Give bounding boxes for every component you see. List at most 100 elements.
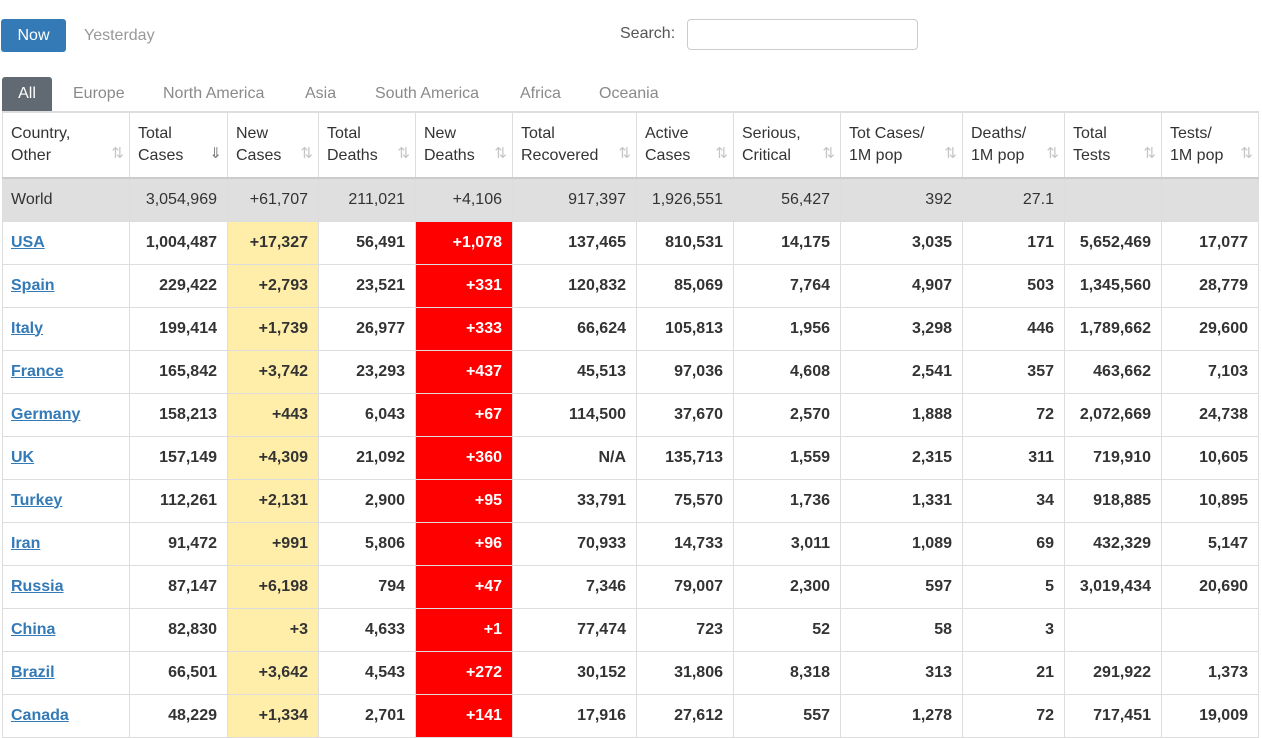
column-header-text: Cases <box>138 147 184 164</box>
cell-country: USA <box>2 220 130 265</box>
cell-tests-per-million: 10,895 <box>1161 478 1259 523</box>
cell-new-cases: +1,739 <box>227 306 319 351</box>
yesterday-button[interactable]: Yesterday <box>84 19 155 52</box>
column-header-total-cases[interactable]: Total Cases ⇓ <box>129 111 228 179</box>
country-link[interactable]: UK <box>11 449 34 466</box>
sort-icon[interactable]: ⇅ <box>1240 143 1253 165</box>
sort-icon[interactable]: ⇅ <box>397 143 410 165</box>
cell-active-cases: 105,813 <box>636 306 734 351</box>
column-header-cases-per-million[interactable]: Tot Cases/1M pop ⇅ <box>840 111 963 179</box>
cell-country: France <box>2 349 130 394</box>
column-header-text: New <box>236 125 269 142</box>
cell-total-cases: 158,213 <box>129 392 228 437</box>
column-header-active-cases[interactable]: Active Cases ⇅ <box>636 111 734 179</box>
cell-new-deaths: +333 <box>415 306 513 351</box>
tab-asia[interactable]: Asia <box>305 77 336 111</box>
cell-tests-per-million: 10,605 <box>1161 435 1259 480</box>
sort-icon[interactable]: ⇅ <box>300 143 313 165</box>
cell-new-cases: +2,793 <box>227 263 319 308</box>
cell-country: Italy <box>2 306 130 351</box>
tab-oceania[interactable]: Oceania <box>599 77 659 111</box>
column-header-text: Tot Cases/ <box>849 125 925 142</box>
cell-serious-critical: 2,570 <box>733 392 841 437</box>
sort-icon[interactable]: ⇅ <box>715 143 728 165</box>
cell-total-tests: 432,329 <box>1064 521 1162 566</box>
cell-country: China <box>2 607 130 652</box>
column-header-new-deaths[interactable]: New Deaths ⇅ <box>415 111 513 179</box>
country-link[interactable]: Turkey <box>11 492 62 509</box>
cell-total-recovered: 70,933 <box>512 521 637 566</box>
sort-icon[interactable]: ⇓ <box>209 143 222 165</box>
cell-total-cases: 66,501 <box>129 650 228 695</box>
sort-icon[interactable]: ⇅ <box>618 143 631 165</box>
cell-country: Turkey <box>2 478 130 523</box>
column-header-total-tests[interactable]: Total Tests ⇅ <box>1064 111 1162 179</box>
country-link[interactable]: China <box>11 621 55 638</box>
cell-deaths-per-million: 171 <box>962 220 1065 265</box>
column-header-text: Deaths/ <box>971 125 1027 142</box>
sort-icon[interactable]: ⇅ <box>1143 143 1156 165</box>
cell-total-deaths: 2,900 <box>318 478 416 523</box>
cell-total-recovered: 917,397 <box>512 177 637 222</box>
column-header-deaths-per-million[interactable]: Deaths/1M pop ⇅ <box>962 111 1065 179</box>
cell-new-cases: +1,334 <box>227 693 319 738</box>
cell-total-tests: 717,451 <box>1064 693 1162 738</box>
country-link[interactable]: Germany <box>11 406 80 423</box>
column-header-total-recovered[interactable]: Total Recovered ⇅ <box>512 111 637 179</box>
tab-europe[interactable]: Europe <box>73 77 125 111</box>
column-header-text: New <box>424 125 457 142</box>
cell-cases-per-million: 4,907 <box>840 263 963 308</box>
cell-tests-per-million: 19,009 <box>1161 693 1259 738</box>
country-link[interactable]: France <box>11 363 63 380</box>
tab-north-america[interactable]: North America <box>163 77 264 111</box>
cell-country: Spain <box>2 263 130 308</box>
column-header-serious-critical[interactable]: Serious, Critical ⇅ <box>733 111 841 179</box>
cell-active-cases: 31,806 <box>636 650 734 695</box>
cell-serious-critical: 52 <box>733 607 841 652</box>
cell-deaths-per-million: 503 <box>962 263 1065 308</box>
cell-new-deaths: +47 <box>415 564 513 609</box>
tab-africa[interactable]: Africa <box>520 77 561 111</box>
country-link[interactable]: Russia <box>11 578 63 595</box>
column-header-total-deaths[interactable]: Total Deaths ⇅ <box>318 111 416 179</box>
table-row: Germany 158,213 +443 6,043 +67 114,500 37,670 2… <box>2 392 1259 437</box>
country-link[interactable]: Canada <box>11 707 69 724</box>
country-link[interactable]: USA <box>11 234 45 251</box>
cell-total-recovered: 33,791 <box>512 478 637 523</box>
column-header-new-cases[interactable]: New Cases ⇅ <box>227 111 319 179</box>
tab-south-america[interactable]: South America <box>375 77 479 111</box>
cell-serious-critical: 2,300 <box>733 564 841 609</box>
cell-active-cases: 810,531 <box>636 220 734 265</box>
country-link[interactable]: Iran <box>11 535 40 552</box>
column-header-text: Cases <box>236 147 282 164</box>
sort-icon[interactable]: ⇅ <box>1046 143 1059 165</box>
column-header-text: Total <box>521 125 555 142</box>
country-link[interactable]: Italy <box>11 320 43 337</box>
tab-all[interactable]: All <box>2 77 52 111</box>
country-link[interactable]: Spain <box>11 277 55 294</box>
cell-total-tests: 463,662 <box>1064 349 1162 394</box>
cell-serious-critical: 1,736 <box>733 478 841 523</box>
cell-total-cases: 48,229 <box>129 693 228 738</box>
column-header-tests-per-million[interactable]: Tests/1M pop ⇅ <box>1161 111 1259 179</box>
cell-total-cases: 3,054,969 <box>129 177 228 222</box>
search-input[interactable] <box>687 19 918 50</box>
column-header-country[interactable]: Country, Other ⇅ <box>2 111 130 179</box>
sort-icon[interactable]: ⇅ <box>944 143 957 165</box>
now-button[interactable]: Now <box>1 19 66 52</box>
cell-new-deaths: +437 <box>415 349 513 394</box>
sort-icon[interactable]: ⇅ <box>822 143 835 165</box>
cell-cases-per-million: 2,315 <box>840 435 963 480</box>
cell-total-deaths: 794 <box>318 564 416 609</box>
cell-total-cases: 157,149 <box>129 435 228 480</box>
cell-cases-per-million: 1,888 <box>840 392 963 437</box>
cell-total-recovered: 137,465 <box>512 220 637 265</box>
cell-cases-per-million: 3,298 <box>840 306 963 351</box>
cell-new-deaths: +95 <box>415 478 513 523</box>
country-link[interactable]: Brazil <box>11 664 55 681</box>
column-header-text: Total <box>327 125 361 142</box>
cell-total-deaths: 23,521 <box>318 263 416 308</box>
sort-icon[interactable]: ⇅ <box>111 143 124 165</box>
sort-icon[interactable]: ⇅ <box>494 143 507 165</box>
cell-total-tests: 719,910 <box>1064 435 1162 480</box>
